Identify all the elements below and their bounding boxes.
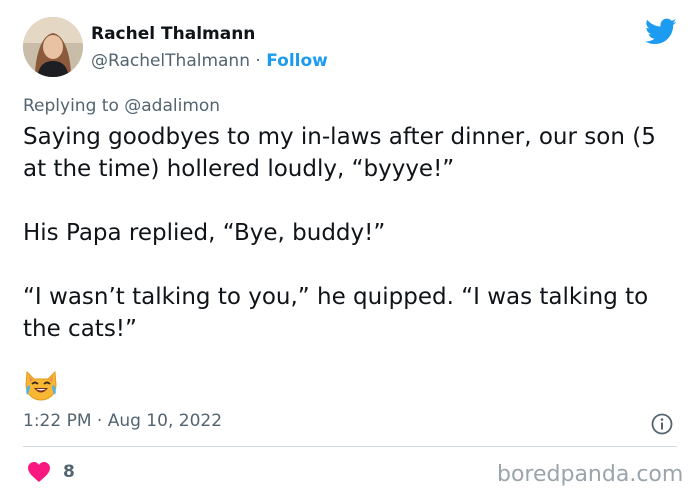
info-icon[interactable] <box>650 412 674 436</box>
tweet-paragraph: His Papa replied, “Bye, buddy!” <box>23 220 386 246</box>
tweet-paragraph: “I wasn’t talking to you,” he quipped. “… <box>23 284 649 342</box>
avatar-image <box>23 17 83 77</box>
replying-prefix: Replying to <box>23 96 119 116</box>
author-name[interactable]: Rachel Thalmann <box>91 24 255 44</box>
reply-mention[interactable]: @adalimon <box>124 96 220 116</box>
replying-to: Replying to @adalimon <box>23 96 220 116</box>
divider <box>23 446 677 447</box>
like-count[interactable]: 8 <box>63 462 75 482</box>
tweet-paragraph: Saying goodbyes to my in-laws after dinn… <box>23 124 656 182</box>
author-handle[interactable]: @RachelThalmann <box>91 51 250 71</box>
avatar[interactable] <box>23 17 83 77</box>
follow-button[interactable]: Follow <box>266 51 328 71</box>
handle-separator: · <box>255 51 261 71</box>
cat-face-with-tears-of-joy-icon <box>23 369 59 401</box>
twitter-bird-icon[interactable] <box>645 18 677 46</box>
watermark: boredpanda.com <box>497 462 684 487</box>
heart-icon[interactable] <box>27 461 51 483</box>
tweet-timestamp[interactable]: 1:22 PM · Aug 10, 2022 <box>23 411 222 431</box>
author-handle-row: @RachelThalmann · Follow <box>91 51 328 71</box>
tweet-text: Saying goodbyes to my in-laws after dinn… <box>23 121 663 345</box>
